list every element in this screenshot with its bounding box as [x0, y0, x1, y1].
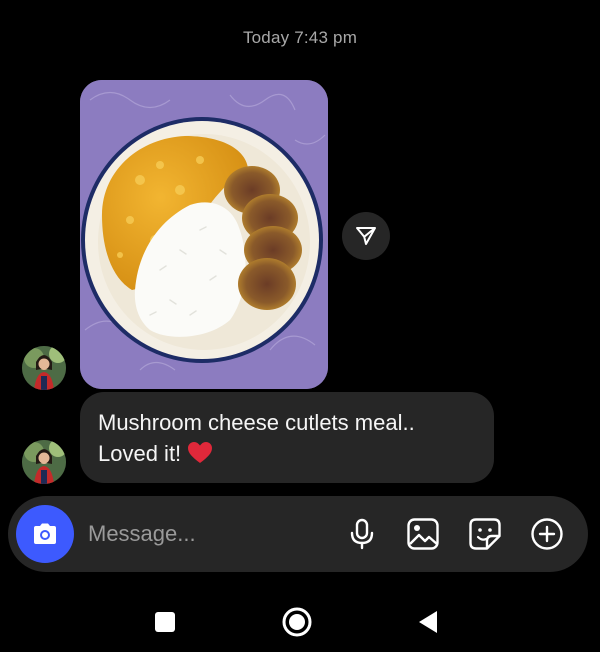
camera-icon [34, 523, 56, 544]
message-line-2: Loved it! [98, 438, 476, 469]
message-composer [8, 496, 588, 572]
message-input[interactable] [88, 518, 328, 550]
back-triangle-icon [419, 611, 437, 633]
red-heart-icon [188, 442, 213, 463]
microphone-button[interactable] [342, 514, 382, 554]
avatar[interactable] [22, 346, 66, 390]
message-line-2-text: Loved it! [98, 441, 182, 466]
gallery-button[interactable] [403, 514, 443, 554]
more-options-button[interactable] [527, 514, 567, 554]
profile-picture-icon [22, 346, 66, 390]
sticker-button[interactable] [465, 514, 505, 554]
send-icon [356, 227, 376, 245]
text-message[interactable]: Mushroom cheese cutlets meal.. Loved it! [80, 392, 494, 483]
home-button[interactable] [275, 600, 319, 644]
plus-icon [531, 518, 563, 550]
message-timestamp: Today 7:43 pm [242, 28, 358, 47]
message-line-1: Mushroom cheese cutlets meal.. [98, 410, 415, 435]
camera-button[interactable] [16, 505, 74, 563]
gallery-icon [407, 518, 439, 550]
photo-message[interactable] [80, 80, 328, 389]
back-button[interactable] [406, 600, 450, 644]
avatar[interactable] [22, 440, 66, 484]
microphone-icon [350, 518, 374, 550]
chat-screen: Today 7:43 pm Mushroom cheese cutlets me… [0, 0, 600, 652]
home-circle-icon [282, 607, 312, 637]
recents-square-icon [155, 612, 175, 632]
sticker-icon [469, 518, 501, 550]
food-photo [80, 80, 328, 389]
profile-picture-icon [22, 440, 66, 484]
recents-button[interactable] [143, 600, 187, 644]
share-button[interactable] [342, 212, 390, 260]
system-navigation-bar [0, 592, 600, 652]
